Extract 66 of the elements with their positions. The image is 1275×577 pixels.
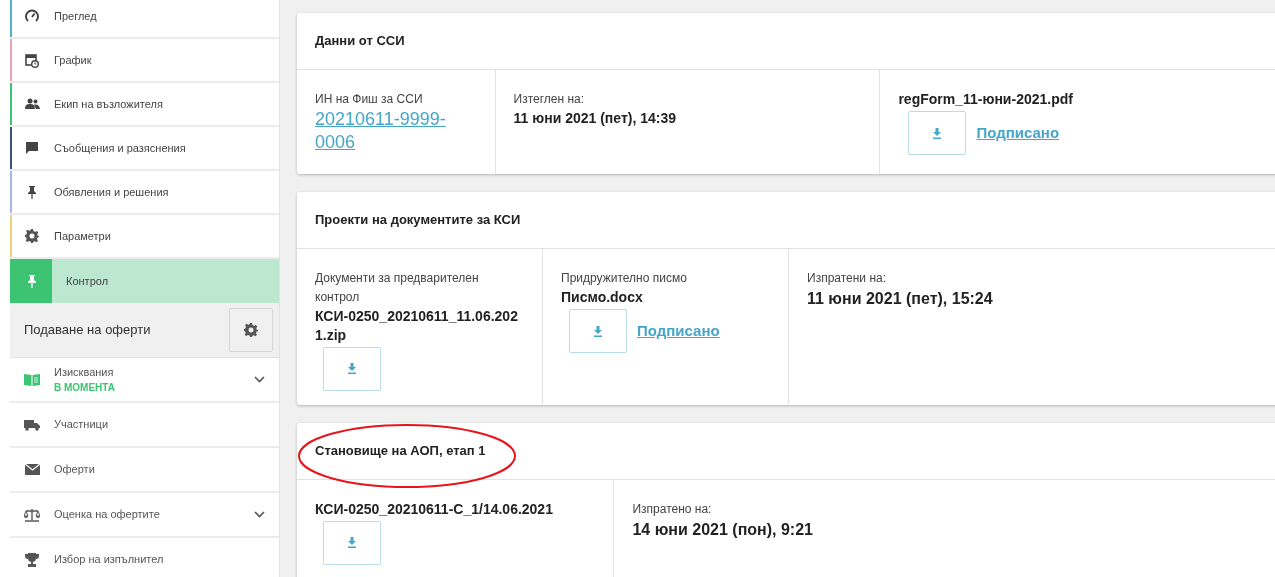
download-button[interactable] [323,346,381,391]
card-title: Становище на АОП, етап 1 [315,442,486,460]
sidebar-item-label: Избор на изпълнител [54,552,165,568]
sidebar-item-label: Оферти [54,462,96,478]
sidebar-item[interactable]: Обявления и решения [10,171,279,215]
sidebar-item[interactable]: Екип на възложителя [10,83,279,127]
scales-icon [24,507,40,522]
file-name: Писмо.docx [561,288,644,307]
download-button[interactable] [323,520,381,565]
trophy-icon [25,552,39,567]
field-label: Изпратени на: [807,270,888,287]
card-title: Проекти на документите за КСИ [315,211,521,230]
chevron-down-icon[interactable] [254,511,265,518]
sidebar-item[interactable]: Изисквания В МОМЕНТА [10,358,279,403]
download-icon [347,363,357,375]
speech-bubble-icon [25,141,39,155]
download-icon [347,537,357,549]
sidebar-item[interactable]: Съобщения и разяснения [10,127,279,171]
status-label: В МОМЕНТА [54,381,117,396]
field-label: ИН на Фиш за ССИ [315,91,424,108]
sidebar-item-label: Екип на възложителя [53,96,163,112]
date-value: 11 юни 2021 (пет), 14:39 [513,109,677,128]
sidebar-item[interactable]: График [10,39,279,83]
settings-icon [244,323,258,337]
file-name: regForm_11-юни-2021.pdf [898,90,1074,109]
file-name: КСИ-0250_20210611-С_1/14.06.2021 [315,499,554,518]
sidebar-item[interactable]: Участници [10,403,279,448]
file-name: КСИ-0250_20210611_11.06.2021.zip [315,307,519,344]
sidebar-item[interactable]: Параметри [10,215,279,259]
download-button[interactable] [908,111,967,156]
field-label: Придружително писмо [561,270,688,287]
sidebar-item-label: Контрол [65,273,109,289]
sidebar-item-label: Обявления и решения [53,184,169,200]
sidebar-item-label: Преглед [53,8,97,24]
sidebar-item-label: Изисквания [54,364,115,380]
book-icon [24,373,40,386]
download-icon [593,325,603,337]
date-value: 14 юни 2021 (пон), 9:21 [632,519,814,540]
date-value: 11 юни 2021 (пет), 15:24 [807,289,994,309]
section-title: Подаване на оферти [24,321,151,340]
field-label: Документи за предварителен контрол [315,270,480,307]
truck-icon [24,418,40,431]
download-button[interactable] [569,309,627,354]
field-label: Изпратено на: [632,500,713,518]
card-title: Данни от ССИ [315,32,405,51]
download-icon [932,127,943,139]
sidebar-item[interactable]: Оценка на офертите [10,493,279,538]
pushpin-icon [27,185,37,199]
sidebar-item[interactable]: Контрол [10,259,279,303]
people-icon [24,98,40,110]
sidebar-item-label: Участници [54,417,110,433]
envelope-icon [24,464,40,475]
sidebar-item-label: Параметри [53,228,111,244]
settings-icon [25,229,39,243]
sidebar-item-label: Оценка на офертите [54,507,161,523]
pushpin-icon [27,274,37,288]
calendar-clock-icon [25,52,39,68]
sidebar-item-label: График [53,52,92,68]
settings-button[interactable] [229,308,273,352]
gauge-icon [25,9,39,23]
sidebar-item[interactable]: Избор на изпълнител [10,538,279,577]
sidebar-item[interactable]: Оферти [10,448,279,493]
field-label: Изтеглен на: [513,91,586,108]
chevron-down-icon[interactable] [254,376,265,383]
sidebar-item[interactable]: Преглед [10,0,279,39]
sidebar-item-label: Съобщения и разяснения [53,140,186,156]
